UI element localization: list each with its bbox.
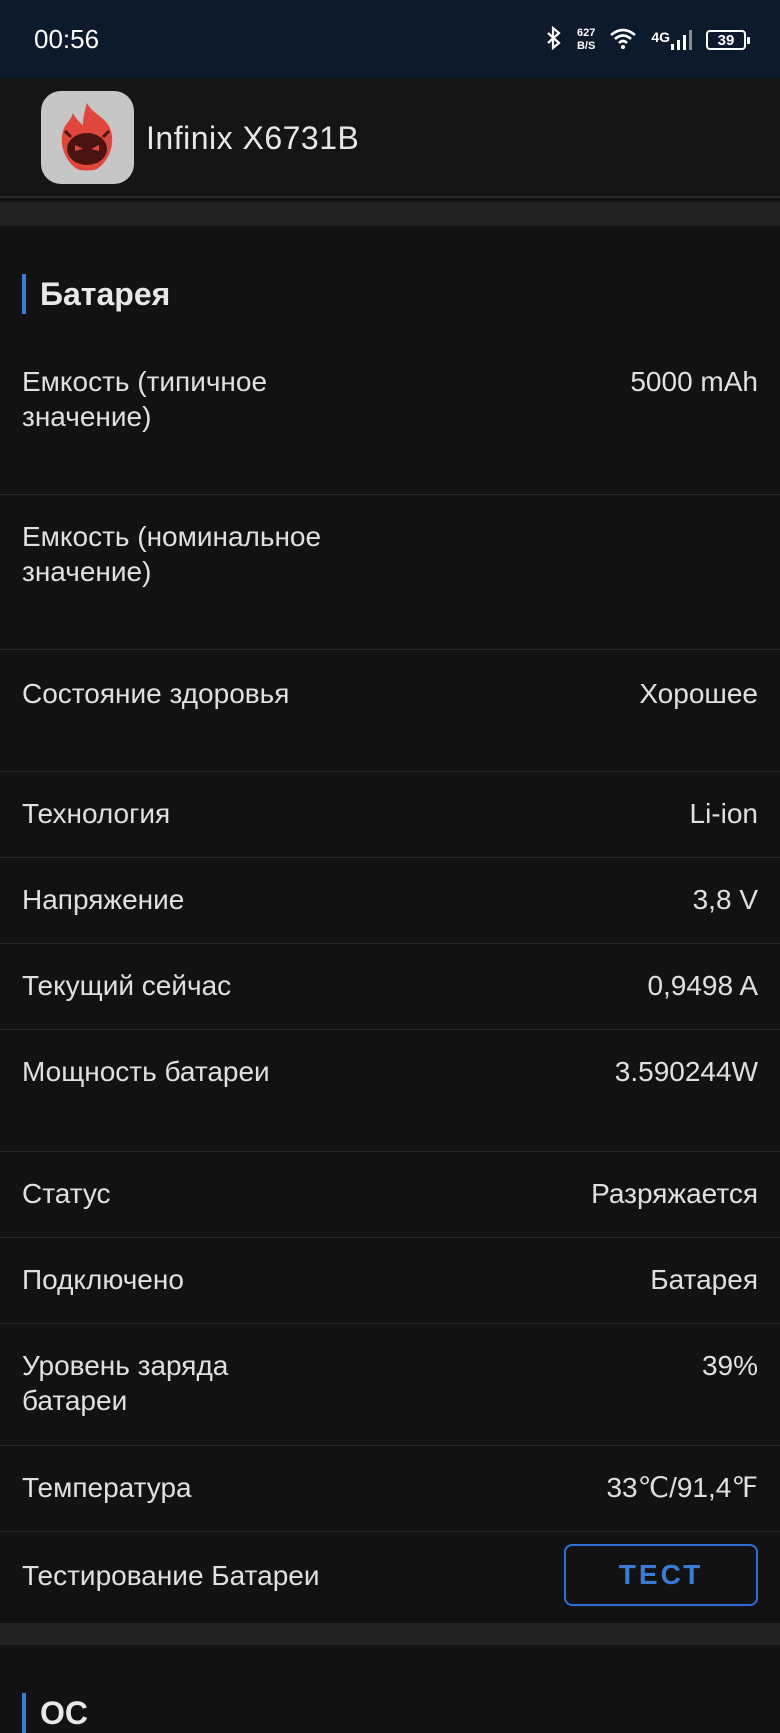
info-row-health: Состояние здоровья Хорошее bbox=[0, 650, 780, 772]
row-value: 5000 mAh bbox=[630, 366, 758, 397]
row-label: Напряжение bbox=[22, 884, 185, 915]
row-value: 39% bbox=[701, 1350, 758, 1381]
row-label: Состояние здоровья bbox=[22, 678, 290, 709]
row-label: Уровень заряда батареи bbox=[22, 1350, 229, 1416]
info-row-nominal-capacity: Емкость (номинальное значение) bbox=[0, 495, 780, 650]
info-row-temperature: Температура 33℃/91,4℉ bbox=[0, 1446, 780, 1532]
section-title-battery: Батарея bbox=[22, 274, 170, 314]
row-label: Температура bbox=[22, 1472, 192, 1503]
info-row-voltage: Напряжение 3,8 V bbox=[0, 858, 780, 944]
info-row-technology: Технология Li-ion bbox=[0, 772, 780, 858]
row-label: Текущий сейчас bbox=[22, 970, 232, 1001]
header-divider bbox=[0, 196, 780, 198]
row-value: 33℃/91,4℉ bbox=[606, 1472, 758, 1503]
battery-test-button[interactable]: ТЕСТ bbox=[564, 1544, 758, 1606]
row-value: 3.590244W bbox=[614, 1056, 758, 1087]
row-value: Батарея bbox=[650, 1264, 758, 1295]
row-label: Тестирование Батареи bbox=[22, 1560, 320, 1591]
wifi-icon bbox=[609, 27, 637, 54]
row-value: 3,8 V bbox=[692, 884, 758, 915]
battery-level: 39 bbox=[717, 31, 735, 49]
section-separator bbox=[0, 202, 780, 226]
info-row-charge-level: Уровень заряда батареи 39% bbox=[0, 1324, 780, 1446]
row-value: Разряжается bbox=[591, 1178, 758, 1209]
status-time: 00:56 bbox=[34, 24, 100, 54]
row-value: Li-ion bbox=[689, 798, 758, 829]
info-row-connected: Подключено Батарея bbox=[0, 1238, 780, 1324]
info-row-typical-capacity: Емкость (типичное значение) 5000 mAh bbox=[0, 350, 780, 495]
row-label: Мощность батареи bbox=[22, 1056, 270, 1087]
info-row-current: Текущий сейчас 0,9498 A bbox=[0, 944, 780, 1030]
network-speed: 627 B/S bbox=[577, 27, 595, 53]
bluetooth-icon bbox=[545, 25, 563, 55]
speed-unit: B/S bbox=[576, 40, 596, 52]
section-title-os: ОС bbox=[22, 1693, 88, 1733]
row-label: Технология bbox=[22, 798, 171, 829]
signal-bars-icon bbox=[671, 30, 692, 50]
row-label: Подключено bbox=[22, 1264, 184, 1295]
row-value: Хорошее bbox=[639, 678, 758, 709]
battery-icon: 39 bbox=[706, 30, 750, 50]
cellular-signal: 4G bbox=[651, 29, 692, 51]
speed-value: 627 bbox=[576, 27, 596, 39]
antutu-flame-icon bbox=[41, 91, 134, 184]
row-label: Статус bbox=[22, 1178, 111, 1209]
row-label: Емкость (номинальное значение) bbox=[22, 521, 322, 587]
status-bar: 00:56 627 B/S 4G 39 bbox=[0, 0, 780, 78]
section-separator bbox=[0, 1623, 780, 1645]
row-value: 0,9498 A bbox=[647, 970, 758, 1001]
row-label: Емкость (типичное значение) bbox=[22, 366, 268, 432]
info-row-battery-test: Тестирование Батареи ТЕСТ bbox=[0, 1532, 780, 1623]
device-title: Infinix X6731B bbox=[146, 120, 360, 156]
info-row-power: Мощность батареи 3.590244W bbox=[0, 1030, 780, 1152]
info-row-status: Статус Разряжается bbox=[0, 1152, 780, 1238]
network-type: 4G bbox=[651, 29, 670, 45]
status-icons: 627 B/S 4G 39 bbox=[545, 20, 750, 60]
app-header: Infinix X6731B bbox=[0, 78, 780, 198]
